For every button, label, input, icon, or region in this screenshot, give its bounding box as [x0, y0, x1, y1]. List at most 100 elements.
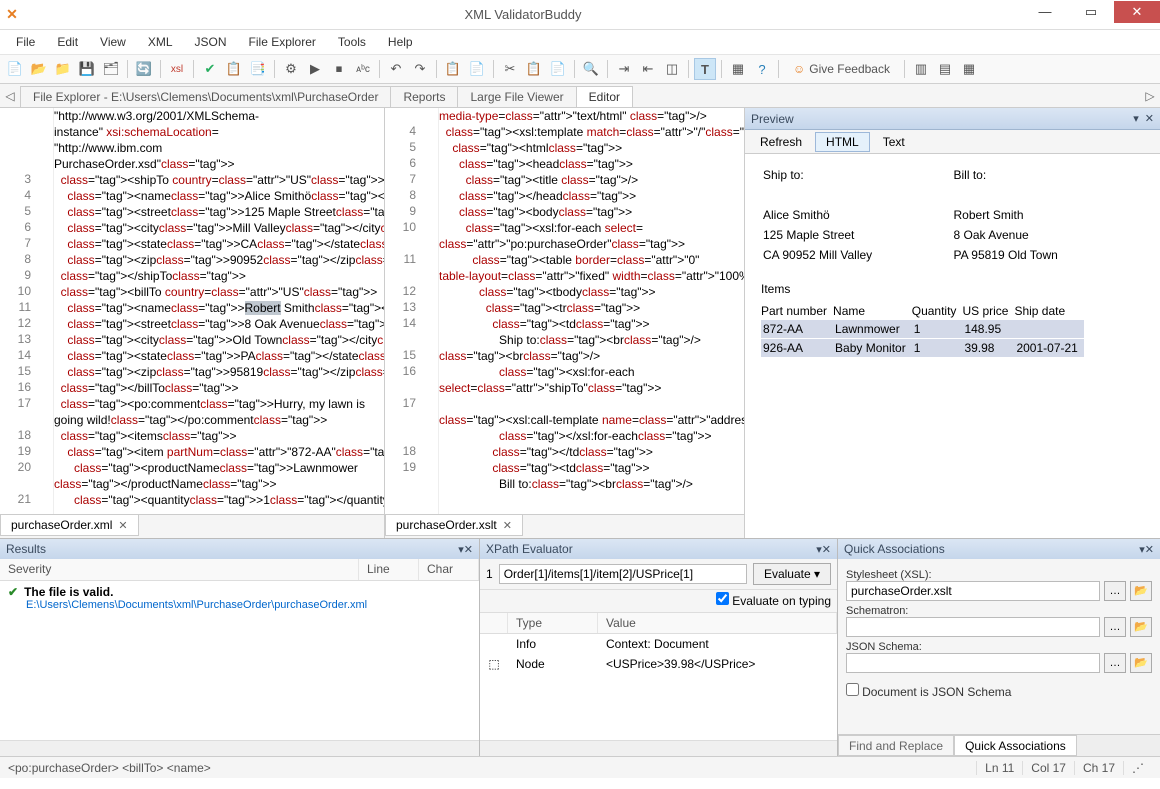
help-icon[interactable]: ? — [751, 58, 773, 80]
results-columns: Severity Line Char — [0, 559, 479, 581]
minimize-button[interactable]: — — [1022, 1, 1068, 23]
close-tab-icon[interactable]: ✕ — [118, 519, 127, 532]
mid-file-tabs: purchaseOrder.xslt✕ — [385, 514, 744, 538]
tab-reports[interactable]: Reports — [390, 86, 458, 107]
tabs-scroll-right-icon[interactable]: ▷ — [1140, 89, 1160, 103]
separator — [607, 60, 608, 78]
text-mode-icon[interactable]: T — [694, 58, 716, 80]
editor-mid-pane: 45678910111213141516171819 media-type=cl… — [385, 108, 745, 538]
stop-icon[interactable]: ⏹ — [328, 58, 350, 80]
new-file-icon[interactable]: 📄 — [4, 58, 26, 80]
schematron-input[interactable] — [846, 617, 1100, 637]
preview-pin-icon[interactable]: ▾ — [1133, 112, 1139, 125]
run-icon[interactable]: ▶ — [304, 58, 326, 80]
list-item[interactable]: InfoContext: Document — [480, 634, 837, 654]
preview-refresh-button[interactable]: Refresh — [749, 132, 813, 152]
xpath-title: XPath Evaluator — [486, 542, 573, 556]
redo-icon[interactable]: ↷ — [409, 58, 431, 80]
save-icon[interactable]: 💾 — [76, 58, 98, 80]
menu-view[interactable]: View — [90, 32, 136, 52]
xpath-scrollbar[interactable] — [480, 740, 837, 756]
open-folder-icon[interactable]: 📁 — [52, 58, 74, 80]
properties-icon[interactable]: ▦ — [727, 58, 749, 80]
paste-icon[interactable]: 📄 — [547, 58, 569, 80]
preview-html-tab[interactable]: HTML — [815, 132, 870, 152]
outdent-icon[interactable]: ⇤ — [637, 58, 659, 80]
resize-grip-icon[interactable]: ⋰ — [1123, 761, 1152, 775]
xsl-browse-button[interactable]: … — [1104, 581, 1126, 601]
json-schema-input[interactable] — [846, 653, 1100, 673]
ship-street: 125 Maple Street — [763, 228, 952, 246]
assoc-title: Quick Associations — [844, 542, 945, 556]
tab-quick-associations[interactable]: Quick Associations — [954, 735, 1077, 756]
document-tabs: ◁ File Explorer - E:\Users\Clemens\Docum… — [0, 84, 1160, 108]
file-tab-purchaseorder-xslt[interactable]: purchaseOrder.xslt✕ — [385, 515, 523, 536]
title-bar: ✕ XML ValidatorBuddy — ▭ ✕ — [0, 0, 1160, 30]
menu-json[interactable]: JSON — [185, 32, 237, 52]
maximize-button[interactable]: ▭ — [1068, 1, 1114, 23]
close-button[interactable]: ✕ — [1114, 1, 1160, 23]
comment-icon[interactable]: ◫ — [661, 58, 683, 80]
preview-close-icon[interactable]: ✕ — [1145, 112, 1154, 125]
undo-icon[interactable]: ↶ — [385, 58, 407, 80]
xpath-close-icon[interactable]: ✕ — [822, 543, 831, 556]
panel1-icon[interactable]: ▥ — [910, 58, 932, 80]
panel2-icon[interactable]: ▤ — [934, 58, 956, 80]
xslt-editor[interactable]: 45678910111213141516171819 media-type=cl… — [385, 108, 744, 514]
menu-xml[interactable]: XML — [138, 32, 183, 52]
validate-icon[interactable]: ✔ — [199, 58, 221, 80]
transform-icon[interactable]: ⚙ — [280, 58, 302, 80]
menu-edit[interactable]: Edit — [47, 32, 88, 52]
refresh-icon[interactable]: 🔄 — [133, 58, 155, 80]
assoc-close-icon[interactable]: ✕ — [1145, 543, 1154, 556]
doc-is-json-schema-checkbox[interactable]: Document is JSON Schema — [846, 683, 1152, 699]
xsl-open-button[interactable]: 📂 — [1130, 581, 1152, 601]
tab-find-replace[interactable]: Find and Replace — [838, 735, 954, 756]
panel3-icon[interactable]: ▦ — [958, 58, 980, 80]
items-label: Items — [761, 282, 1144, 296]
results-close-icon[interactable]: ✕ — [464, 543, 473, 556]
indent-icon[interactable]: ⇥ — [613, 58, 635, 80]
tab-editor[interactable]: Editor — [576, 86, 633, 107]
table-row: 872-AALawnmower1148.95 — [761, 320, 1084, 339]
save-all-icon[interactable]: 🗂 — [100, 58, 122, 80]
format-icon[interactable]: ᴀᵇc — [352, 58, 374, 80]
copy-icon[interactable]: 📋 — [523, 58, 545, 80]
find-icon[interactable]: 🔍 — [580, 58, 602, 80]
tab-file-explorer[interactable]: File Explorer - E:\Users\Clemens\Documen… — [20, 86, 391, 107]
xpath-input[interactable] — [499, 564, 747, 584]
file-tab-purchaseorder-xml[interactable]: purchaseOrder.xml✕ — [0, 515, 139, 536]
copy-doc-icon[interactable]: 📋 — [442, 58, 464, 80]
json-open-button[interactable]: 📂 — [1130, 653, 1152, 673]
tab-large-file-viewer[interactable]: Large File Viewer — [457, 86, 576, 107]
list-item[interactable]: ⬚Node<USPrice>39.98</USPrice> — [480, 654, 837, 674]
evaluate-on-typing-checkbox[interactable]: Evaluate on typing — [716, 594, 831, 608]
evaluate-button[interactable]: Evaluate ▾ — [753, 563, 831, 585]
xsl-input[interactable] — [846, 581, 1100, 601]
wellformed-icon[interactable]: 📋 — [223, 58, 245, 80]
paste-doc-icon[interactable]: 📄 — [466, 58, 488, 80]
menu-help[interactable]: Help — [378, 32, 423, 52]
results-scrollbar[interactable] — [0, 740, 479, 756]
json-browse-button[interactable]: … — [1104, 653, 1126, 673]
items-table: Part number Name Quantity US price Ship … — [761, 302, 1084, 358]
ship-name: Alice Smithö — [763, 208, 952, 226]
menu-file-explorer[interactable]: File Explorer — [239, 32, 326, 52]
close-tab-icon[interactable]: ✕ — [503, 519, 512, 532]
xsl-icon[interactable]: xsl — [166, 58, 188, 80]
schematron-browse-button[interactable]: … — [1104, 617, 1126, 637]
give-feedback-button[interactable]: ☺Give Feedback — [784, 58, 899, 80]
schema-icon[interactable]: 📑 — [247, 58, 269, 80]
tabs-scroll-left-icon[interactable]: ◁ — [0, 89, 20, 103]
separator — [127, 60, 128, 78]
separator — [721, 60, 722, 78]
cut-icon[interactable]: ✂ — [499, 58, 521, 80]
separator — [904, 60, 905, 78]
xml-editor[interactable]: 3456789101112131415161718192021 "http://… — [0, 108, 384, 514]
menu-file[interactable]: File — [6, 32, 45, 52]
schematron-open-button[interactable]: 📂 — [1130, 617, 1152, 637]
preview-text-tab[interactable]: Text — [872, 132, 916, 152]
results-file-link[interactable]: E:\Users\Clemens\Documents\xml\PurchaseO… — [26, 599, 471, 611]
menu-tools[interactable]: Tools — [328, 32, 376, 52]
open-file-icon[interactable]: 📂 — [28, 58, 50, 80]
